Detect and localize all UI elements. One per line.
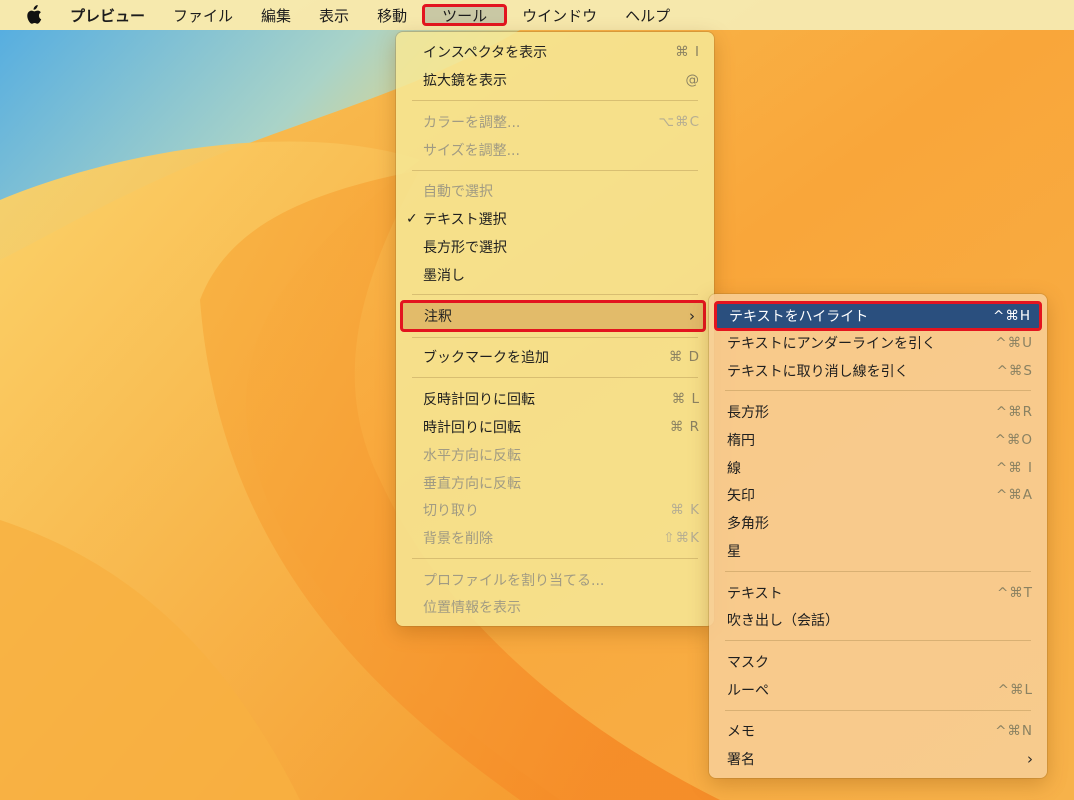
submenu-item-rectangle[interactable]: 長方形 ^⌘R <box>715 399 1041 425</box>
submenu-item-speech-bubble[interactable]: 吹き出し（会話） <box>715 607 1041 633</box>
menu-separator <box>412 337 698 338</box>
menu-item-remove-background[interactable]: 背景を削除 ⇧⌘K <box>402 525 708 551</box>
menu-item-text-selection[interactable]: ✓ テキスト選択 <box>402 206 708 232</box>
menu-item-show-magnifier[interactable]: 拡大鏡を表示 @ <box>402 67 708 93</box>
chevron-right-icon: › <box>689 307 695 325</box>
menu-item-adjust-size[interactable]: サイズを調整... <box>402 137 708 163</box>
submenu-item-oval[interactable]: 楕円 ^⌘O <box>715 427 1041 453</box>
submenu-item-star[interactable]: 星 <box>715 538 1041 564</box>
menu-item-redact[interactable]: 墨消し <box>402 262 708 288</box>
submenu-item-signature[interactable]: 署名 › <box>715 746 1041 772</box>
menu-separator <box>725 640 1031 641</box>
submenu-item-polygon[interactable]: 多角形 <box>715 510 1041 536</box>
menu-item-auto-select[interactable]: 自動で選択 <box>402 178 708 204</box>
submenu-item-underline-text[interactable]: テキストにアンダーラインを引く ^⌘U <box>715 330 1041 356</box>
menu-separator <box>412 100 698 101</box>
menu-separator <box>412 558 698 559</box>
menu-separator <box>412 377 698 378</box>
menu-window[interactable]: ウインドウ <box>508 0 611 30</box>
submenu-item-arrow[interactable]: 矢印 ^⌘A <box>715 482 1041 508</box>
menu-item-rect-selection[interactable]: 長方形で選択 <box>402 234 708 260</box>
menu-separator <box>725 571 1031 572</box>
menu-item-add-bookmark[interactable]: ブックマークを追加 ⌘ D <box>402 344 708 370</box>
tools-menu: インスペクタを表示 ⌘ I 拡大鏡を表示 @ カラーを調整... ⌥⌘C サイズを調整… <box>396 32 714 626</box>
menu-item-assign-profile[interactable]: プロファイルを割り当てる... <box>402 567 708 593</box>
submenu-item-mask[interactable]: マスク <box>715 649 1041 675</box>
submenu-item-text[interactable]: テキスト ^⌘T <box>715 580 1041 606</box>
menu-separator <box>725 390 1031 391</box>
annotate-submenu: テキストをハイライト ^⌘H テキストにアンダーラインを引く ^⌘U テキストに取り… <box>709 294 1047 778</box>
submenu-item-line[interactable]: 線 ^⌘ I <box>715 455 1041 481</box>
chevron-right-icon: › <box>1027 750 1033 768</box>
menu-bar: プレビュー ファイル 編集 表示 移動 ツール ウインドウ ヘルプ <box>0 0 1074 30</box>
menu-item-show-location[interactable]: 位置情報を表示 <box>402 594 708 620</box>
submenu-item-note[interactable]: メモ ^⌘N <box>715 718 1041 744</box>
menu-help[interactable]: ヘルプ <box>611 0 684 30</box>
menu-tools[interactable]: ツール <box>422 4 508 26</box>
menu-item-rotate-left[interactable]: 反時計回りに回転 ⌘ L <box>402 386 708 412</box>
menu-separator <box>412 294 698 295</box>
menu-edit[interactable]: 編集 <box>247 0 305 30</box>
submenu-item-strikethrough-text[interactable]: テキストに取り消し線を引く ^⌘S <box>715 358 1041 384</box>
menu-item-rotate-right[interactable]: 時計回りに回転 ⌘ R <box>402 414 708 440</box>
menu-item-crop[interactable]: 切り取り ⌘ K <box>402 497 708 523</box>
menu-item-flip-vertical[interactable]: 垂直方向に反転 <box>402 470 708 496</box>
apple-logo-icon[interactable] <box>24 4 46 26</box>
menu-item-show-inspector[interactable]: インスペクタを表示 ⌘ I <box>402 39 708 65</box>
menu-go[interactable]: 移動 <box>363 0 421 30</box>
menu-separator <box>412 170 698 171</box>
menu-item-annotate[interactable]: 注釈 › <box>400 300 706 332</box>
menu-app-name[interactable]: プレビュー <box>70 0 159 30</box>
menu-file[interactable]: ファイル <box>159 0 247 30</box>
submenu-item-highlight-text[interactable]: テキストをハイライト ^⌘H <box>714 301 1042 331</box>
submenu-item-loupe[interactable]: ルーペ ^⌘L <box>715 677 1041 703</box>
menu-item-flip-horizontal[interactable]: 水平方向に反転 <box>402 442 708 468</box>
checkmark-icon: ✓ <box>406 211 418 227</box>
menu-item-adjust-color[interactable]: カラーを調整... ⌥⌘C <box>402 109 708 135</box>
menu-separator <box>725 710 1031 711</box>
menu-view[interactable]: 表示 <box>305 0 363 30</box>
